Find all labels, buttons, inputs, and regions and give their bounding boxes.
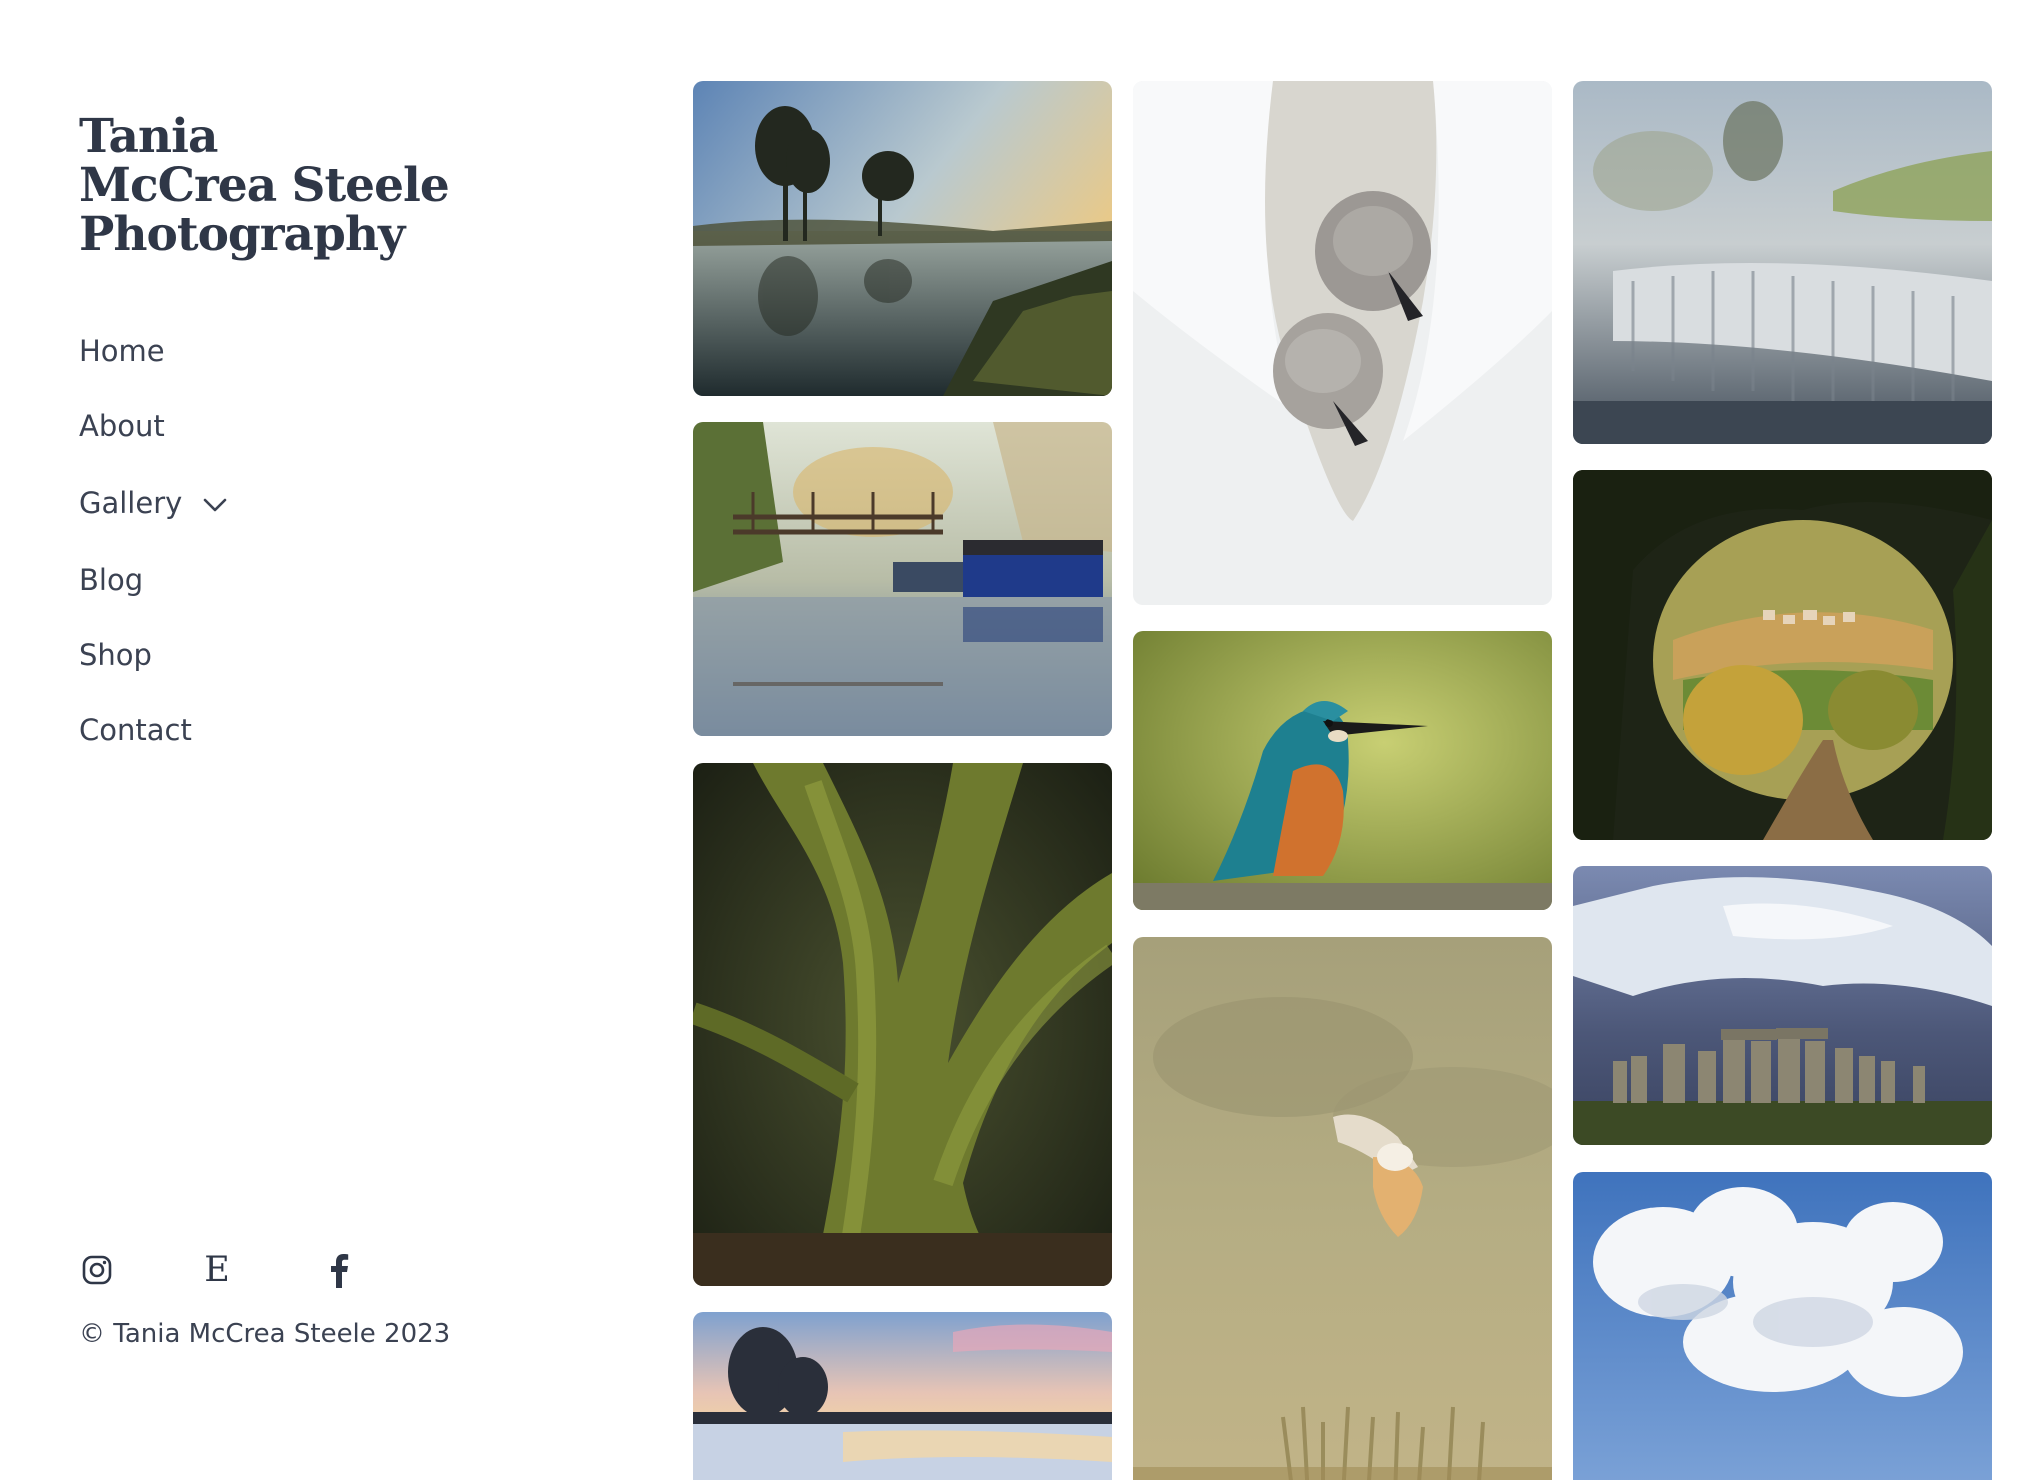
site-title[interactable]: Tania McCrea Steele Photography bbox=[79, 112, 599, 259]
nav-item-label: Shop bbox=[79, 638, 152, 672]
nav-item-about[interactable]: About bbox=[79, 408, 165, 444]
site-title-line: McCrea Steele bbox=[79, 158, 450, 213]
nav-item-home[interactable]: Home bbox=[79, 333, 165, 369]
gallery-image-clouds[interactable] bbox=[1573, 1172, 1992, 1480]
chevron-down-icon[interactable] bbox=[200, 490, 230, 520]
gallery-image-frosty-river[interactable] bbox=[693, 1312, 1112, 1480]
gallery-image-stonehenge[interactable] bbox=[1573, 866, 1992, 1145]
gallery-image-barn-owl[interactable] bbox=[1133, 937, 1552, 1480]
nav-item-shop[interactable]: Shop bbox=[79, 637, 152, 673]
nav-item-gallery[interactable]: Gallery bbox=[79, 485, 230, 521]
nav-item-blog[interactable]: Blog bbox=[79, 562, 143, 598]
gallery-image-weir-waterfall[interactable] bbox=[1573, 81, 1992, 444]
etsy-icon[interactable]: E bbox=[199, 1252, 235, 1288]
gallery-image-mossy-tree[interactable] bbox=[693, 763, 1112, 1286]
sidebar: Tania McCrea Steele Photography Home Abo… bbox=[79, 0, 639, 1480]
social-links: E bbox=[79, 1252, 379, 1292]
gallery-image-canal-boats[interactable] bbox=[693, 422, 1112, 736]
nav-item-label: Gallery bbox=[79, 486, 183, 520]
gallery-image-cygnets[interactable] bbox=[1133, 81, 1552, 605]
site-title-line: Photography bbox=[79, 207, 405, 262]
nav-item-label: About bbox=[79, 409, 165, 443]
gallery-image-misty-river[interactable] bbox=[693, 81, 1112, 396]
gallery-image-kingfisher[interactable] bbox=[1133, 631, 1552, 910]
page: Tania McCrea Steele Photography Home Abo… bbox=[0, 0, 2044, 1480]
instagram-icon[interactable] bbox=[79, 1252, 115, 1288]
nav-item-label: Home bbox=[79, 334, 165, 368]
facebook-icon[interactable] bbox=[321, 1252, 357, 1288]
copyright: © Tania McCrea Steele 2023 bbox=[79, 1319, 451, 1349]
nav-item-contact[interactable]: Contact bbox=[79, 712, 192, 748]
gallery-image-village-arch[interactable] bbox=[1573, 470, 1992, 840]
nav-item-label: Contact bbox=[79, 713, 192, 747]
nav-item-label: Blog bbox=[79, 563, 144, 597]
site-title-line: Tania bbox=[79, 109, 218, 164]
